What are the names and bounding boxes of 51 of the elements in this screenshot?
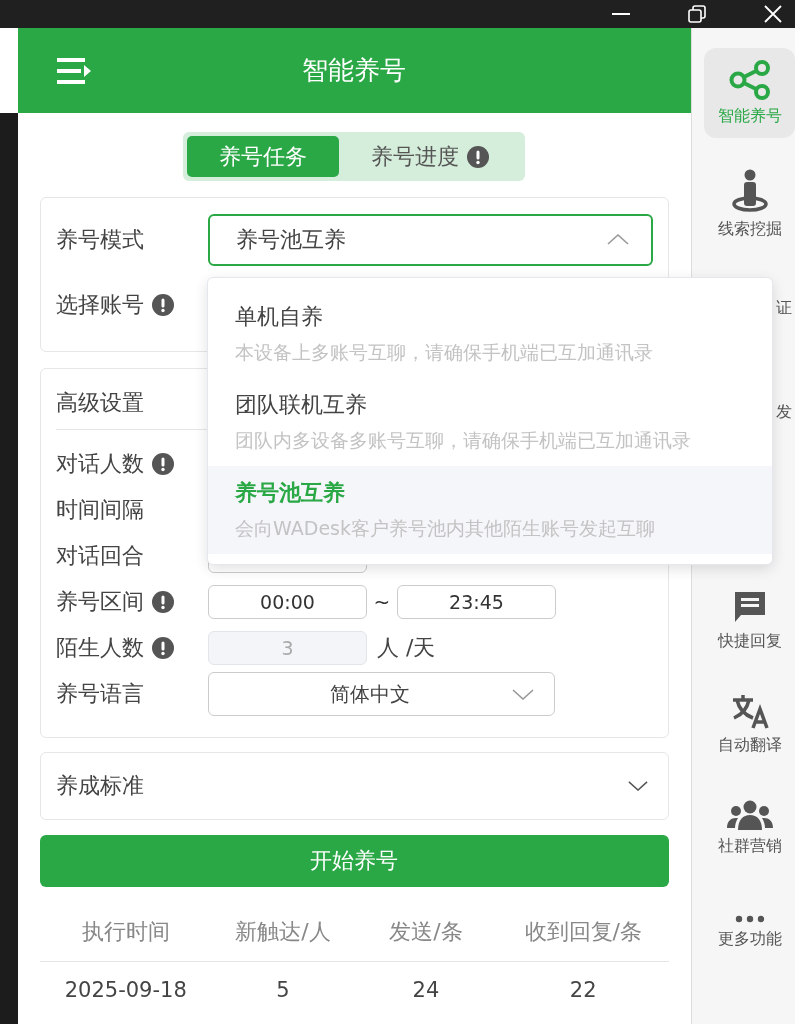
field-label: 养号模式 xyxy=(55,225,144,254)
column-header: 执行时间 xyxy=(80,918,171,946)
info-icon xyxy=(467,145,490,168)
field-label: 选择账号 xyxy=(55,290,144,319)
table-cell-text: 2025-09-18 xyxy=(63,978,188,1002)
more-icon xyxy=(734,914,765,923)
column-header: 收到回复/条 xyxy=(523,918,643,946)
field-label: 养号区间 xyxy=(55,588,144,616)
translate-icon xyxy=(730,692,769,729)
time-field[interactable]: 00:00 xyxy=(207,585,367,619)
menu-icon[interactable] xyxy=(56,57,91,84)
info-icon xyxy=(151,591,174,613)
page-title: 智能养号 xyxy=(301,54,408,87)
select-field[interactable]: 养号池互养 xyxy=(207,213,653,266)
field-label: 对话回合 xyxy=(55,542,144,570)
field-label: 养号语言 xyxy=(55,680,144,708)
table-cell-text: 5 xyxy=(275,978,291,1002)
time-field[interactable]: 23:45 xyxy=(396,585,556,619)
field-label: 陌生人数 xyxy=(55,634,144,662)
select-field[interactable]: 简体中文 xyxy=(207,672,555,716)
dropdown-option[interactable]: 团队联机互养 团队内多设备多账号互聊，请确保手机端已互加通讯录 xyxy=(208,378,772,466)
section-title: 高级设置 xyxy=(55,389,144,417)
sidebar-item[interactable]: 更多功能 xyxy=(704,880,795,984)
field-label: 对话人数 xyxy=(55,450,144,478)
person-icon xyxy=(729,168,770,213)
column-header: 发送/条 xyxy=(388,918,464,946)
sidebar-label: 证 xyxy=(776,297,792,319)
range-separator: ~ xyxy=(372,590,392,614)
sidebar-item[interactable]: 社群营销 xyxy=(704,776,795,880)
info-icon xyxy=(151,293,174,316)
tab[interactable]: 养号进度 xyxy=(339,136,522,177)
dropdown-option[interactable]: 单机自养 本设备上多账号互聊，请确保手机端已互加通讯录 xyxy=(208,290,772,378)
field-label: 时间间隔 xyxy=(55,496,144,524)
info-icon xyxy=(151,453,174,475)
sidebar-item[interactable]: 快捷回复 xyxy=(704,568,795,672)
info-icon xyxy=(151,637,174,659)
share-icon xyxy=(728,59,771,100)
table-cell-text: 24 xyxy=(411,978,441,1002)
sidebar-item[interactable]: 线索挖掘 xyxy=(704,152,795,256)
sidebar-label: 发 xyxy=(776,401,792,423)
restore-icon[interactable] xyxy=(688,5,706,23)
chevron-icon xyxy=(628,781,648,791)
collapsible-section[interactable]: 养成标准 xyxy=(39,752,669,820)
sidebar-item[interactable]: 自动翻译 xyxy=(704,672,795,776)
column-header: 新触达/人 xyxy=(234,918,332,946)
unit-label: 人 /天 xyxy=(376,634,436,662)
group-icon xyxy=(726,799,773,830)
chevron-icon xyxy=(511,688,534,700)
chevron-icon xyxy=(607,234,629,245)
table-cell-text: 22 xyxy=(568,978,598,1002)
close-icon[interactable] xyxy=(764,5,782,23)
